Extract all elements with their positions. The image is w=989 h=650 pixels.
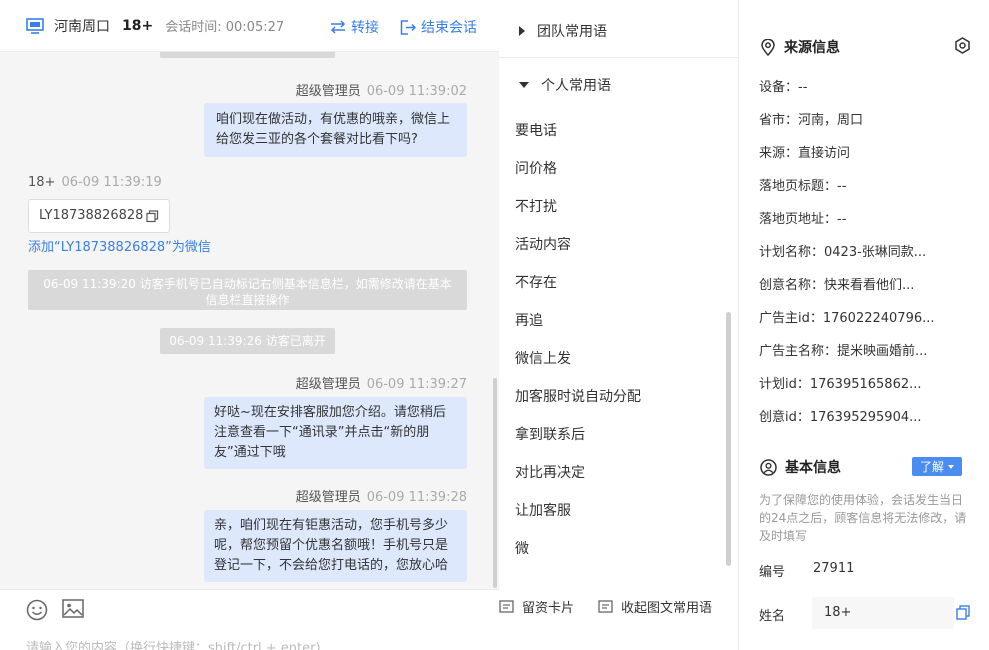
settings-icon[interactable]: [954, 37, 971, 54]
transfer-button[interactable]: 转接: [330, 17, 379, 37]
phrases-panel: 团队常用语 个人常用语 要电话 问价格 不打扰 活动内容 不存在 再追 微信上发…: [499, 0, 739, 650]
team-phrases-group[interactable]: 团队常用语: [499, 21, 739, 41]
plan-id-row: 计划id：176395165862...: [759, 377, 922, 392]
caret-right-icon: [519, 26, 525, 36]
transfer-icon: [330, 20, 346, 34]
province-city-row: 省市：河南，周口: [759, 113, 864, 128]
phrase-item[interactable]: 再追: [515, 310, 543, 330]
add-wechat-link[interactable]: 添加“LY18738826828”为微信: [28, 236, 211, 255]
collapse-phrases-label: 收起图文常用语: [621, 601, 713, 616]
chevron-down-icon: [948, 464, 954, 469]
source-row: 来源：直接访问: [759, 146, 851, 161]
system-notice-truncated: [160, 52, 335, 58]
landing-title-row: 落地页标题：--: [759, 179, 847, 194]
phrase-item[interactable]: 让加客服: [515, 500, 571, 520]
basic-info-label: 基本信息: [785, 460, 841, 476]
basic-info-title: 基本信息: [760, 457, 841, 477]
visitor-nickname: 18+: [122, 17, 154, 34]
exit-icon: [400, 19, 416, 35]
message-composer: 请输入您的内容（换行快捷键：shift/ctrl + enter): [0, 589, 499, 650]
phrase-item[interactable]: 加客服时说自动分配: [515, 386, 641, 406]
phrase-item[interactable]: 活动内容: [515, 234, 571, 254]
plan-name-row: 计划名称：0423-张琳同款...: [759, 245, 927, 260]
lead-card-label: 留资卡片: [522, 601, 575, 616]
sender-name: 超级管理员: [295, 84, 361, 99]
creative-name-row: 创意名称：快来看看他们...: [759, 278, 915, 293]
system-notice: 06-09 11:39:26 访客已离开: [160, 328, 335, 354]
phrase-item[interactable]: 拿到联系后: [515, 424, 585, 444]
collapse-phrases-button[interactable]: 收起图文常用语: [598, 597, 712, 616]
message-time: 06-09 11:39:19: [61, 175, 162, 190]
end-session-label: 结束会话: [421, 20, 477, 36]
chat-scrollbar[interactable]: [493, 378, 497, 588]
copy-icon[interactable]: [956, 605, 970, 620]
end-session-button[interactable]: 结束会话: [400, 17, 477, 37]
message-meta: 超级管理员 06-09 11:39:28: [296, 486, 467, 505]
advertiser-name-row: 广告主名称：提米映画婚前...: [759, 344, 928, 359]
session-time-label: 会话时间:: [165, 20, 222, 35]
team-phrases-label: 团队常用语: [537, 24, 607, 40]
phrase-item[interactable]: 不存在: [515, 272, 557, 292]
personal-phrases-label: 个人常用语: [541, 78, 611, 94]
monitor-icon: [26, 17, 44, 34]
emoji-icon[interactable]: [26, 599, 48, 621]
device-row: 设备：--: [759, 80, 808, 95]
user-icon: [760, 458, 777, 476]
agent-message-bubble: 咱们现在做活动，有优惠的哦亲，微信上给您发三亚的各个套餐对比看下吗?: [204, 103, 467, 157]
divider: [499, 57, 739, 58]
info-panel: 来源信息 设备：-- 省市：河南，周口 来源：直接访问 落地页标题：-- 落地页…: [740, 0, 989, 650]
image-icon[interactable]: [62, 599, 84, 619]
phrase-item[interactable]: 要电话: [515, 120, 557, 140]
name-label: 姓名: [759, 609, 786, 624]
collapse-icon: [598, 600, 613, 613]
session-time: 会话时间: 00:05:27: [165, 16, 284, 35]
learn-more-dropdown[interactable]: 了解: [912, 457, 962, 476]
id-label: 编号: [759, 565, 786, 580]
agent-message-bubble: 亲，咱们现在有钜惠活动，您手机号多少呢，帮您预留个优惠名额哦！手机号只是登记一下…: [204, 510, 467, 582]
agent-message-bubble: 好哒~现在安排客服加您介绍。请您稍后注意查看一下“通讯录”并点击“新的朋友”通过…: [204, 397, 467, 469]
sender-name: 超级管理员: [295, 490, 361, 505]
learn-more-label: 了解: [919, 460, 944, 474]
source-info-title: 来源信息: [760, 37, 840, 57]
system-notice: 06-09 11:39:20 访客手机号已自动标记右侧基本信息栏，如需修改请在基…: [28, 270, 467, 310]
phrase-item[interactable]: 对比再决定: [515, 462, 585, 482]
chat-header: 河南周口 18+ 会话时间: 00:05:27 转接 结束会话: [0, 0, 499, 52]
session-time-value: 00:05:27: [225, 20, 285, 35]
advertiser-id-row: 广告主id：176022240796...: [759, 311, 935, 326]
message-meta: 超级管理员 06-09 11:39:02: [296, 80, 467, 99]
message-time: 06-09 11:39:27: [366, 377, 467, 392]
phrase-item[interactable]: 微: [515, 538, 529, 558]
personal-phrases-group[interactable]: 个人常用语: [499, 75, 739, 95]
phrase-item[interactable]: 问价格: [515, 158, 557, 178]
source-info-label: 来源信息: [784, 40, 840, 56]
visitor-message-text: LY18738826828: [39, 208, 144, 223]
chat-panel: 超级管理员 06-09 11:39:02 咱们现在做活动，有优惠的哦亲，微信上给您…: [0, 0, 499, 650]
phrase-item[interactable]: 不打扰: [515, 196, 557, 216]
name-input[interactable]: 18+: [812, 597, 954, 629]
edit-notice: 为了保障您的使用体验，会话发生当日的24点之后，顾客信息将无法修改，请及时填写: [759, 493, 967, 543]
visitor-message-bubble: LY18738826828: [28, 199, 171, 233]
message-list[interactable]: 超级管理员 06-09 11:39:02 咱们现在做活动，有优惠的哦亲，微信上给您…: [0, 52, 499, 589]
message-input[interactable]: 请输入您的内容（换行快捷键：shift/ctrl + enter): [26, 637, 321, 650]
lead-card-button[interactable]: 留资卡片: [499, 597, 574, 616]
phrases-scrollbar[interactable]: [726, 312, 731, 566]
caret-down-icon: [519, 82, 529, 88]
copy-icon[interactable]: [146, 209, 159, 223]
transfer-label: 转接: [351, 20, 379, 36]
location-pin-icon: [761, 38, 775, 56]
message-meta: 18+ 06-09 11:39:19: [28, 175, 162, 190]
message-time: 06-09 11:39:28: [366, 490, 467, 505]
sender-name: 18+: [28, 175, 56, 190]
landing-url-row: 落地页地址：--: [759, 212, 847, 227]
id-value: 27911: [813, 561, 855, 576]
sender-name: 超级管理员: [295, 377, 361, 392]
card-icon: [499, 600, 514, 613]
message-time: 06-09 11:39:02: [366, 84, 467, 99]
message-meta: 超级管理员 06-09 11:39:27: [296, 373, 467, 392]
creative-id-row: 创意id：176395295904...: [759, 410, 922, 425]
visitor-location: 河南周口: [54, 18, 110, 35]
phrase-item[interactable]: 微信上发: [515, 348, 571, 368]
